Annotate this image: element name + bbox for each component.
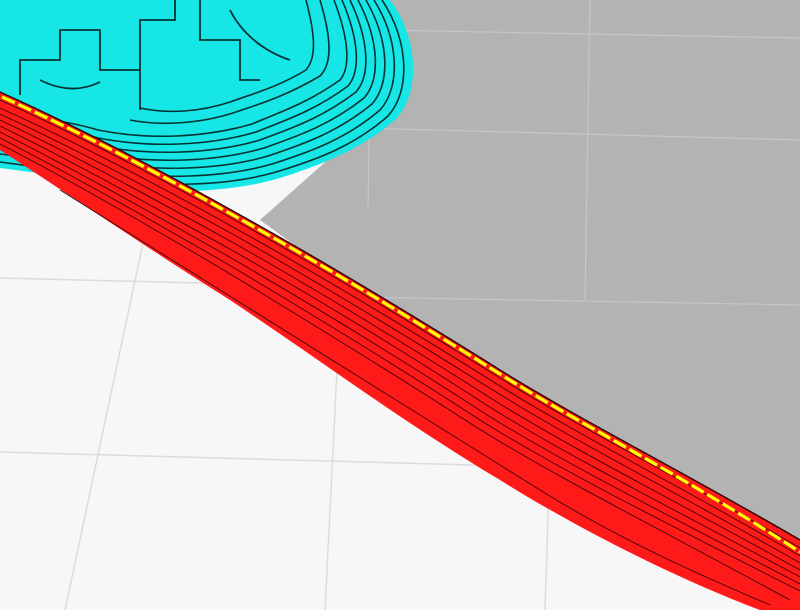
layer-preview-canvas[interactable] <box>0 0 800 610</box>
slicer-layer-view[interactable] <box>0 0 800 610</box>
